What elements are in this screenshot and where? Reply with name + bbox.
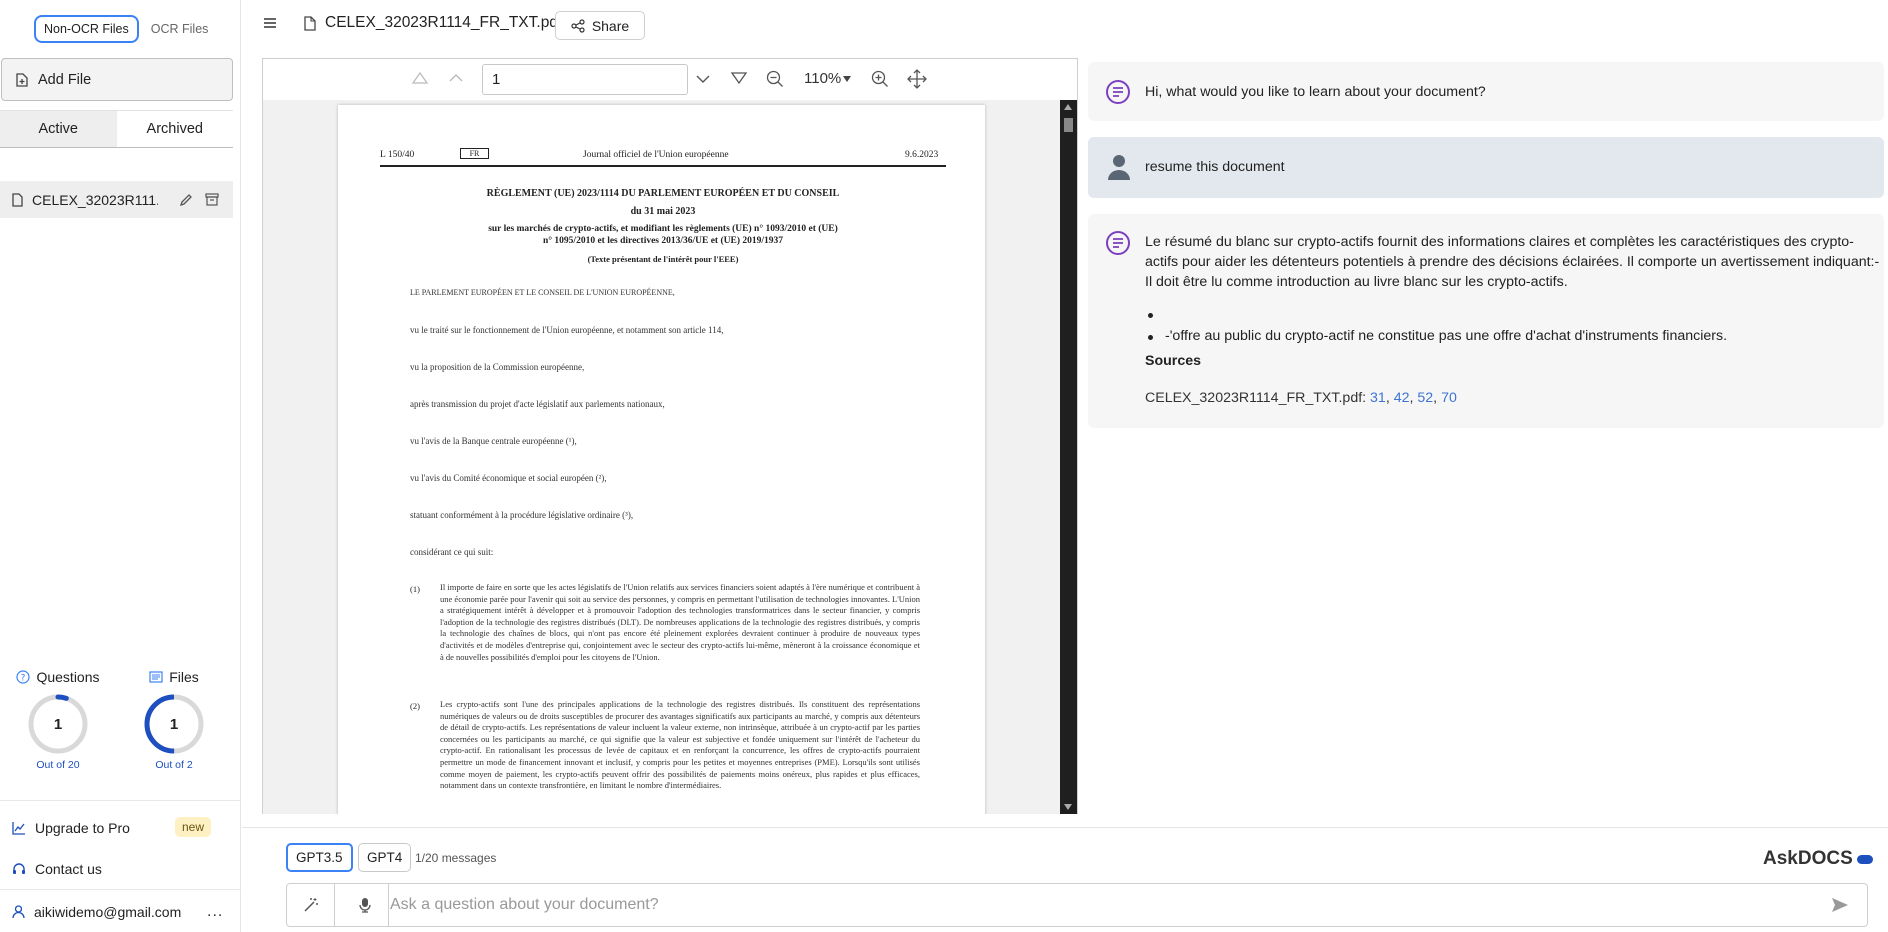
questions-count: 1 bbox=[53, 715, 63, 733]
assistant-message: Hi, what would you like to learn about y… bbox=[1088, 62, 1884, 121]
chat-bot-icon bbox=[1106, 231, 1130, 255]
source-page-link[interactable]: 70 bbox=[1441, 390, 1457, 406]
caret-down-icon bbox=[843, 75, 852, 82]
usage-stats: ? Questions 1 Out of 20 Files 1 Out of 2 bbox=[0, 667, 241, 782]
zoom-level: 110% bbox=[804, 70, 842, 87]
chat-bot-icon bbox=[1106, 80, 1130, 104]
document-header: CELEX_32023R1114_FR_TXT.pdf Share bbox=[242, 0, 692, 52]
brand-dot-icon bbox=[1856, 854, 1873, 864]
summary-bullets: -'offre au public du crypto-actif ne con… bbox=[1145, 306, 1727, 350]
archive-icon[interactable] bbox=[205, 193, 219, 206]
add-file-button[interactable]: Add File bbox=[1, 58, 233, 101]
document-icon bbox=[304, 15, 316, 31]
user-email: aikiwidemo@gmail.com bbox=[34, 904, 182, 920]
first-page-icon[interactable] bbox=[411, 71, 429, 85]
svg-text:?: ? bbox=[21, 674, 26, 684]
pdf-page: L 150/40 FR Journal officiel de l'Union … bbox=[338, 105, 985, 814]
share-button[interactable]: Share bbox=[555, 11, 645, 40]
files-stat: Files 1 Out of 2 bbox=[124, 667, 224, 771]
hamburger-menu-icon[interactable] bbox=[263, 17, 277, 29]
file-list-item[interactable]: CELEX_32023R111... bbox=[0, 181, 233, 218]
non-ocr-files-toggle[interactable]: Non-OCR Files bbox=[34, 15, 139, 43]
file-item-actions bbox=[179, 193, 219, 207]
ocr-files-toggle[interactable]: OCR Files bbox=[147, 17, 213, 41]
next-page-icon[interactable] bbox=[695, 74, 711, 84]
previous-page-icon[interactable] bbox=[448, 73, 464, 83]
microphone-icon bbox=[358, 898, 371, 913]
file-icon bbox=[12, 192, 23, 207]
microphone-button[interactable] bbox=[341, 884, 389, 926]
assistant-message: Le résumé du blanc sur crypto-actifs fou… bbox=[1088, 214, 1884, 428]
list-item bbox=[1145, 306, 1727, 328]
files-label: Files bbox=[169, 669, 199, 685]
questions-label: Questions bbox=[36, 669, 100, 685]
sources-list: CELEX_32023R1114_FR_TXT.pdf: 31, 42, 52,… bbox=[1145, 390, 1457, 406]
scroll-thumb[interactable] bbox=[1064, 118, 1073, 132]
new-badge: new bbox=[175, 817, 212, 837]
pdf-toolbar: 110% bbox=[263, 59, 1077, 100]
questions-limit: Out of 20 bbox=[36, 759, 80, 771]
ocr-toggle: Non-OCR Files OCR Files bbox=[34, 15, 212, 43]
zoom-in-icon[interactable] bbox=[871, 70, 889, 88]
more-options-button[interactable]: ... bbox=[207, 903, 223, 921]
files-limit: Out of 2 bbox=[155, 759, 193, 771]
zoom-out-icon[interactable] bbox=[766, 70, 784, 88]
contact-label: Contact us bbox=[35, 861, 102, 877]
add-file-label: Add File bbox=[38, 71, 92, 88]
pdf-canvas: L 150/40 FR Journal officiel de l'Union … bbox=[263, 100, 1060, 814]
pdf-viewer: 110% L 150/40 FR Journal officiel de l'U… bbox=[262, 58, 1078, 814]
headset-icon bbox=[13, 863, 25, 874]
files-count: 1 bbox=[169, 715, 179, 733]
share-label: Share bbox=[591, 17, 630, 34]
file-item-name: CELEX_32023R111... bbox=[32, 191, 158, 208]
user-icon bbox=[12, 905, 25, 919]
zoom-level-select[interactable]: 110% bbox=[804, 70, 852, 87]
move-fit-icon[interactable] bbox=[907, 69, 927, 89]
user-message: resume this document bbox=[1088, 137, 1884, 198]
language-box: FR bbox=[460, 148, 489, 159]
share-icon bbox=[571, 18, 585, 33]
chat-input-bar bbox=[286, 883, 1868, 927]
model-gpt35-button[interactable]: GPT3.5 bbox=[286, 843, 353, 872]
upgrade-label: Upgrade to Pro bbox=[35, 820, 130, 836]
list-item: -'offre au public du crypto-actif ne con… bbox=[1145, 328, 1727, 350]
user-avatar-icon bbox=[1108, 155, 1130, 180]
question-input[interactable] bbox=[390, 884, 1810, 926]
user-account[interactable]: aikiwidemo@gmail.com bbox=[12, 904, 181, 920]
magic-wand-button[interactable] bbox=[287, 884, 335, 926]
source-file: CELEX_32023R1114_FR_TXT.pdf: bbox=[1145, 390, 1367, 406]
question-circle-icon: ? bbox=[16, 670, 31, 684]
file-plus-icon bbox=[16, 72, 28, 87]
files-progress-ring: 1 bbox=[143, 693, 205, 755]
upgrade-to-pro-link[interactable]: Upgrade to Pro bbox=[12, 820, 130, 836]
source-page-link[interactable]: 31 bbox=[1370, 390, 1386, 406]
send-icon[interactable] bbox=[1831, 896, 1849, 914]
sidebar: Non-OCR Files OCR Files Add File Active … bbox=[0, 0, 241, 932]
files-list-icon bbox=[149, 671, 163, 683]
source-page-link[interactable]: 52 bbox=[1417, 390, 1433, 406]
tab-active[interactable]: Active bbox=[0, 111, 117, 147]
file-tabs: Active Archived bbox=[0, 110, 233, 148]
questions-stat: ? Questions 1 Out of 20 bbox=[8, 667, 108, 771]
page-date: 9.6.2023 bbox=[905, 150, 939, 160]
model-gpt4-button[interactable]: GPT4 bbox=[358, 843, 412, 872]
magic-wand-icon bbox=[303, 898, 318, 912]
brand-logo: AskDOCS bbox=[1763, 848, 1873, 870]
journal-header: Journal officiel de l'Union européenne bbox=[583, 150, 729, 160]
sources-heading: Sources bbox=[1145, 353, 1201, 369]
tab-archived[interactable]: Archived bbox=[117, 111, 234, 147]
document-title: CELEX_32023R1114_FR_TXT.pdf bbox=[304, 14, 562, 32]
contact-us-link[interactable]: Contact us bbox=[12, 861, 102, 877]
message-count: 1/20 messages bbox=[415, 851, 497, 865]
pencil-icon[interactable] bbox=[179, 193, 193, 207]
source-page-link[interactable]: 42 bbox=[1394, 390, 1410, 406]
page-ref: L 150/40 bbox=[380, 150, 415, 160]
pdf-scrollbar[interactable] bbox=[1060, 100, 1077, 814]
questions-progress-ring: 1 bbox=[27, 693, 89, 755]
document-title-text: CELEX_32023R1114_FR_TXT.pdf bbox=[325, 14, 563, 31]
page-number-input[interactable] bbox=[482, 64, 688, 95]
trending-up-icon bbox=[12, 822, 25, 835]
last-page-icon[interactable] bbox=[730, 71, 748, 85]
